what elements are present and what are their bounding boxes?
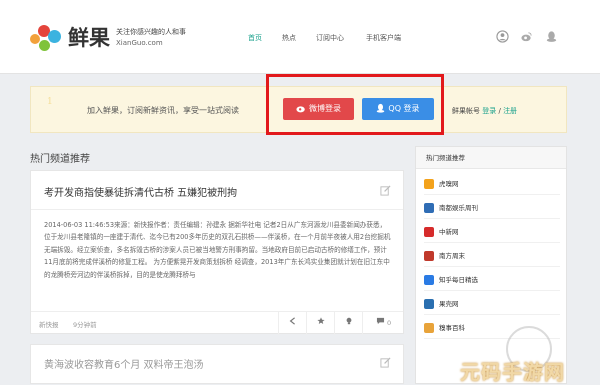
weibo-icon[interactable] — [520, 30, 533, 43]
bulb-icon — [346, 317, 351, 325]
watermark-text: 元码手游网 — [460, 360, 565, 384]
divider — [31, 209, 403, 210]
register-link[interactable]: 注册 — [503, 107, 517, 115]
sidebar-item-label: 中新网 — [439, 228, 459, 236]
logo-icon[interactable] — [30, 24, 64, 52]
sidebar-item[interactable]: 中新网 — [424, 221, 560, 243]
comment-count: 0 — [386, 319, 392, 327]
news-body: 2014-06-03 11:46:53来源：新快报作者：责任编辑：孙建永 据新华… — [44, 221, 391, 279]
channel-icon — [424, 299, 434, 309]
brand-name[interactable]: 鲜果 — [68, 22, 110, 52]
nav-hot[interactable]: 热点 — [282, 33, 296, 43]
banner-message: 加入鲜果，订阅新鲜资讯，享受一站式阅读 — [87, 106, 239, 115]
sidebar-item[interactable]: 虎嗅网 — [424, 173, 560, 195]
channel-icon — [424, 251, 434, 261]
favorite-button[interactable] — [306, 312, 334, 335]
sidebar-item-label: 南方周末 — [439, 252, 465, 260]
top-header: 鲜果 关注你感兴趣的人和事 XianGuo.com 首页 热点 订阅中心 手机客… — [0, 0, 600, 74]
card-footer: 新快报 9分钟前 0 — [31, 311, 403, 335]
comment-icon — [376, 317, 384, 325]
sidebar-item-label: 南都娱乐周刊 — [439, 204, 478, 212]
comment-button[interactable]: 0 — [362, 312, 404, 335]
login-link[interactable]: 登录 — [482, 107, 496, 115]
news-card[interactable]: 黄海波收容教育6个月 双料帝王泡汤 — [30, 344, 404, 384]
qq-icon[interactable] — [545, 30, 558, 43]
qq-icon — [377, 103, 385, 113]
sidebar-item-label: 糗事百科 — [439, 324, 465, 332]
brand-slogan: 关注你感兴趣的人和事 XianGuo.com — [116, 27, 186, 49]
news-card[interactable]: 考开发商指使暴徒拆清代古桥 五嫌犯被刑拘 2014-06-03 11:46:53… — [30, 170, 404, 335]
edit-icon[interactable] — [380, 357, 391, 368]
nav-mobile[interactable]: 手机客户端 — [366, 33, 401, 43]
banner-number: 1 — [47, 91, 53, 119]
sidebar-item[interactable]: 南方周末 — [424, 245, 560, 267]
sidebar-item-label: 知乎每日精选 — [439, 276, 478, 284]
account-links: 鲜果帐号 登录 / 注册 — [452, 106, 517, 116]
star-icon — [316, 317, 325, 325]
timestamp: 9分钟前 — [73, 321, 97, 329]
weibo-icon — [296, 106, 305, 113]
news-title[interactable]: 黄海波收容教育6个月 双料帝王泡汤 — [44, 356, 204, 371]
source-tag[interactable]: 新快报 — [39, 319, 59, 329]
channel-icon — [424, 323, 434, 333]
channel-icon — [424, 203, 434, 213]
channel-icon — [424, 275, 434, 285]
qq-login-button[interactable]: QQ 登录 — [362, 98, 434, 120]
tag-button[interactable] — [334, 312, 362, 335]
account-label: 鲜果帐号 — [452, 107, 480, 115]
brand-domain: XianGuo.com — [116, 39, 163, 47]
user-icon[interactable] — [496, 30, 509, 43]
banner-number-text: 1 — [47, 97, 53, 107]
slogan-text: 关注你感兴趣的人和事 — [116, 28, 186, 36]
share-button[interactable] — [278, 312, 306, 335]
channel-icon — [424, 179, 434, 189]
qq-login-label: QQ 登录 — [388, 104, 420, 113]
news-title[interactable]: 考开发商指使暴徒拆清代古桥 五嫌犯被刑拘 — [44, 184, 237, 199]
weibo-login-label: 微博登录 — [309, 104, 341, 113]
sidebar-title: 热门频道推荐 — [416, 147, 566, 169]
sidebar-item[interactable]: 南都娱乐周刊 — [424, 197, 560, 219]
section-title: 热门频道推荐 — [30, 154, 90, 165]
weibo-login-button[interactable]: 微博登录 — [283, 98, 354, 120]
edit-icon[interactable] — [380, 185, 391, 196]
sidebar-item[interactable]: 果壳网 — [424, 293, 560, 315]
sidebar-item-label: 虎嗅网 — [439, 180, 459, 188]
channel-icon — [424, 227, 434, 237]
slash-separator: / — [498, 107, 501, 115]
sidebar-item[interactable]: 知乎每日精选 — [424, 269, 560, 291]
nav-home[interactable]: 首页 — [248, 33, 262, 43]
sidebar-item-label: 果壳网 — [439, 300, 459, 308]
nav-subscribe[interactable]: 订阅中心 — [316, 33, 344, 43]
share-icon — [289, 317, 295, 325]
